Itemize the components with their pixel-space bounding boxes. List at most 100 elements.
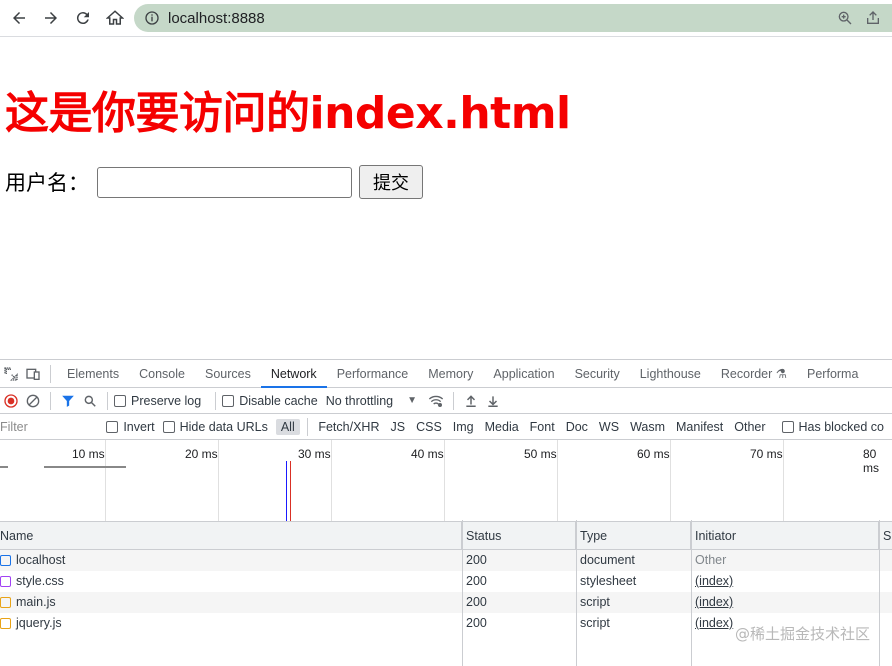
- type-filter-css[interactable]: CSS: [411, 419, 447, 435]
- column-header-status[interactable]: Status: [462, 522, 576, 550]
- type-filter-wasm[interactable]: Wasm: [625, 419, 670, 435]
- checkbox-box[interactable]: [781, 420, 794, 433]
- hide-data-urls-checkbox[interactable]: Hide data URLs: [162, 419, 268, 434]
- table-row[interactable]: main.js 200 script (index): [0, 592, 892, 613]
- throttling-select[interactable]: No throttling: [326, 394, 393, 408]
- forward-button[interactable]: [38, 5, 64, 31]
- timeline-request-bar: [0, 466, 8, 468]
- type-filter-manifest[interactable]: Manifest: [671, 419, 728, 435]
- column-header-initiator[interactable]: Initiator: [691, 522, 879, 550]
- tab-recorder-label: Recorder: [720, 366, 773, 381]
- tab-application[interactable]: Application: [483, 360, 564, 388]
- column-header-size[interactable]: Si: [879, 522, 892, 550]
- request-status: 200: [466, 553, 487, 567]
- load-event-marker: [290, 461, 291, 521]
- type-filter-fetch-xhr[interactable]: Fetch/XHR: [313, 419, 384, 435]
- request-name-cell[interactable]: main.js: [0, 592, 56, 613]
- tab-memory[interactable]: Memory: [418, 360, 483, 388]
- home-button[interactable]: [102, 5, 128, 31]
- has-blocked-label: Has blocked co: [798, 419, 884, 434]
- device-toolbar-icon[interactable]: [22, 363, 44, 385]
- record-icon[interactable]: [0, 390, 22, 412]
- inspect-element-icon[interactable]: [0, 363, 22, 385]
- hide-data-urls-label: Hide data URLs: [179, 419, 268, 434]
- type-filter-js[interactable]: JS: [385, 419, 410, 435]
- type-filter-font[interactable]: Font: [525, 419, 560, 435]
- disable-cache-label: Disable cache: [239, 393, 318, 408]
- filter-input[interactable]: Filter: [0, 420, 94, 434]
- tab-lighthouse[interactable]: Lighthouse: [630, 360, 711, 388]
- search-icon[interactable]: [79, 390, 101, 412]
- script-icon: [0, 597, 11, 608]
- clear-icon[interactable]: [22, 390, 44, 412]
- type-filter-all[interactable]: All: [275, 418, 300, 435]
- request-status: 200: [466, 616, 487, 630]
- preserve-log-label: Preserve log: [131, 393, 202, 408]
- export-har-icon[interactable]: [482, 390, 504, 412]
- document-icon: [0, 555, 11, 566]
- script-icon: [0, 618, 11, 629]
- invert-checkbox[interactable]: Invert: [106, 420, 155, 434]
- has-blocked-cookies-checkbox[interactable]: Has blocked co: [781, 419, 884, 434]
- url-text[interactable]: localhost:8888: [168, 10, 265, 27]
- username-label: 用户名：: [5, 171, 89, 195]
- chevron-down-icon[interactable]: ▼: [407, 395, 417, 406]
- type-filter-img[interactable]: Img: [448, 419, 479, 435]
- browser-toolbar: localhost:8888: [0, 0, 892, 37]
- timeline-tick: 40 ms: [411, 447, 444, 461]
- tab-security[interactable]: Security: [565, 360, 630, 388]
- submit-button[interactable]: 提交: [359, 165, 423, 199]
- request-initiator-link[interactable]: (index): [691, 571, 733, 592]
- tab-performance[interactable]: Performance: [327, 360, 419, 388]
- network-conditions-icon[interactable]: [425, 390, 447, 412]
- type-filter-other[interactable]: Other: [729, 419, 770, 435]
- request-initiator-link[interactable]: (index): [691, 592, 733, 613]
- username-input[interactable]: [97, 166, 352, 198]
- checkbox-box[interactable]: [114, 394, 126, 407]
- share-icon[interactable]: [864, 9, 882, 27]
- network-overview-timeline[interactable]: 10 ms 20 ms 30 ms 40 ms 50 ms 60 ms 70 m…: [0, 440, 892, 522]
- devtools-tab-bar: Elements Console Sources Network Perform…: [0, 360, 892, 388]
- preserve-log-checkbox[interactable]: Preserve log: [114, 394, 201, 408]
- request-name-cell[interactable]: jquery.js: [0, 613, 62, 634]
- import-har-icon[interactable]: [460, 390, 482, 412]
- request-name-cell[interactable]: localhost: [0, 550, 65, 571]
- type-filter-doc[interactable]: Doc: [561, 419, 593, 435]
- timeline-tick: 10 ms: [72, 447, 105, 461]
- column-header-name[interactable]: Name: [0, 522, 462, 550]
- request-initiator: Other: [695, 553, 727, 567]
- tab-network[interactable]: Network: [260, 360, 327, 388]
- address-bar[interactable]: localhost:8888: [134, 4, 892, 32]
- column-divider: [462, 520, 463, 666]
- disable-cache-checkbox[interactable]: Disable cache: [222, 394, 318, 408]
- tab-recorder[interactable]: Recorder ⚗: [711, 360, 797, 388]
- tab-performance-insights[interactable]: Performa: [797, 360, 868, 388]
- page-heading: 这是你要访问的index.html: [5, 88, 571, 139]
- table-row[interactable]: localhost 200 document Other: [0, 550, 892, 571]
- column-header-type[interactable]: Type: [576, 522, 691, 550]
- info-icon[interactable]: [144, 10, 160, 26]
- checkbox-box[interactable]: [162, 420, 175, 433]
- filter-icon[interactable]: [57, 390, 79, 412]
- separator: [50, 364, 51, 383]
- type-filter-ws[interactable]: WS: [594, 419, 624, 435]
- tab-sources[interactable]: Sources: [195, 360, 261, 388]
- type-filter-media[interactable]: Media: [480, 419, 524, 435]
- tab-elements[interactable]: Elements: [57, 360, 129, 388]
- tab-console[interactable]: Console: [129, 360, 195, 388]
- back-button[interactable]: [6, 5, 32, 31]
- column-divider: [879, 520, 880, 666]
- request-status: 200: [466, 595, 487, 609]
- stylesheet-icon: [0, 576, 11, 587]
- checkbox-box[interactable]: [222, 394, 235, 407]
- request-table-header: Name Status Type Initiator Si: [0, 522, 892, 550]
- table-row[interactable]: style.css 200 stylesheet (index): [0, 571, 892, 592]
- request-initiator-link[interactable]: (index): [691, 613, 733, 634]
- zoom-icon[interactable]: [836, 9, 854, 27]
- timeline-gridline: [331, 440, 332, 521]
- username-form: 用户名： 提交: [5, 165, 423, 199]
- request-name-cell[interactable]: style.css: [0, 571, 64, 592]
- separator: [50, 391, 51, 410]
- checkbox-box[interactable]: [106, 420, 119, 433]
- reload-button[interactable]: [70, 5, 96, 31]
